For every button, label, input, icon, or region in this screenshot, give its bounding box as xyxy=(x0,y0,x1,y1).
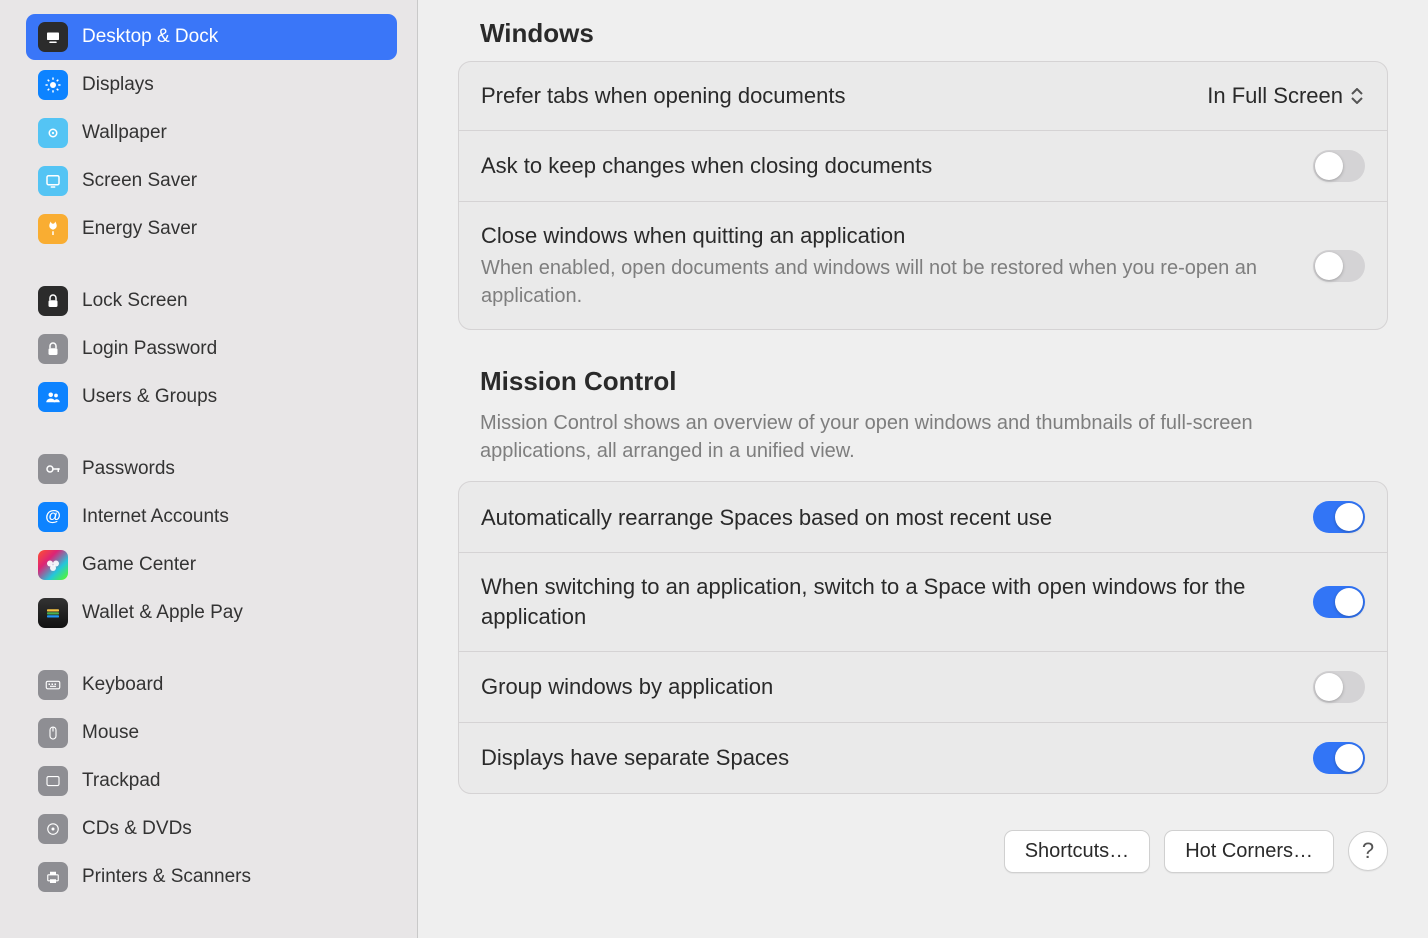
printer-icon xyxy=(38,862,68,892)
sidebar-item-wallet-apple-pay[interactable]: Wallet & Apple Pay xyxy=(26,590,397,636)
screen-saver-icon xyxy=(38,166,68,196)
sidebar-item-login-password[interactable]: Login Password xyxy=(26,326,397,372)
sidebar-item-desktop-dock[interactable]: Desktop & Dock xyxy=(26,14,397,60)
login-password-icon xyxy=(38,334,68,364)
row-label: Automatically rearrange Spaces based on … xyxy=(481,503,1293,533)
sidebar-item-energy-saver[interactable]: Energy Saver xyxy=(26,206,397,252)
row-label: When switching to an application, switch… xyxy=(481,572,1293,631)
group-windows-switch[interactable] xyxy=(1313,671,1365,703)
settings-group-mission-control: Automatically rearrange Spaces based on … xyxy=(458,481,1388,793)
section-desc-mission-control: Mission Control shows an overview of you… xyxy=(480,409,1300,465)
shortcuts-button[interactable]: Shortcuts… xyxy=(1004,830,1150,873)
help-button[interactable]: ? xyxy=(1348,831,1388,871)
hot-corners-button[interactable]: Hot Corners… xyxy=(1164,830,1334,873)
sidebar-item-label: Passwords xyxy=(82,458,175,480)
keyboard-icon xyxy=(38,670,68,700)
sidebar-item-label: Game Center xyxy=(82,554,196,576)
settings-group-windows: Prefer tabs when opening documents In Fu… xyxy=(458,61,1388,330)
disc-icon xyxy=(38,814,68,844)
row-switch-to-space: When switching to an application, switch… xyxy=(459,553,1387,651)
sidebar-item-lock-screen[interactable]: Lock Screen xyxy=(26,278,397,324)
sidebar-item-users-groups[interactable]: Users & Groups xyxy=(26,374,397,420)
row-label: Prefer tabs when opening documents xyxy=(481,81,1187,111)
row-label: Group windows by application xyxy=(481,672,1293,702)
row-close-when-quitting: Close windows when quitting an applicati… xyxy=(459,202,1387,330)
sidebar-item-label: Energy Saver xyxy=(82,218,197,240)
sidebar-item-trackpad[interactable]: Trackpad xyxy=(26,758,397,804)
sidebar-item-label: Login Password xyxy=(82,338,217,360)
sidebar-item-label: Wallet & Apple Pay xyxy=(82,602,243,624)
footer-buttons: Shortcuts… Hot Corners… ? xyxy=(458,830,1388,873)
sidebar-item-wallpaper[interactable]: Wallpaper xyxy=(26,110,397,156)
desktop-dock-icon xyxy=(38,22,68,52)
sidebar-item-keyboard[interactable]: Keyboard xyxy=(26,662,397,708)
row-ask-keep-changes: Ask to keep changes when closing documen… xyxy=(459,131,1387,202)
row-label: Displays have separate Spaces xyxy=(481,743,1293,773)
sidebar-item-label: Desktop & Dock xyxy=(82,26,218,48)
sidebar-item-internet-accounts[interactable]: @ Internet Accounts xyxy=(26,494,397,540)
close-when-quitting-switch[interactable] xyxy=(1313,250,1365,282)
sidebar-item-printers-scanners[interactable]: Printers & Scanners xyxy=(26,854,397,900)
row-rearrange-spaces: Automatically rearrange Spaces based on … xyxy=(459,482,1387,553)
energy-saver-icon xyxy=(38,214,68,244)
chevron-up-down-icon xyxy=(1351,88,1365,104)
users-groups-icon xyxy=(38,382,68,412)
sidebar-item-label: CDs & DVDs xyxy=(82,818,192,840)
passwords-icon xyxy=(38,454,68,484)
ask-keep-changes-switch[interactable] xyxy=(1313,150,1365,182)
sidebar-item-label: Internet Accounts xyxy=(82,506,229,528)
trackpad-icon xyxy=(38,766,68,796)
sidebar-item-game-center[interactable]: Game Center xyxy=(26,542,397,588)
sidebar-item-label: Mouse xyxy=(82,722,139,744)
row-label: Close windows when quitting an applicati… xyxy=(481,221,1293,251)
sidebar: Desktop & Dock Displays Wallpaper Screen… xyxy=(0,0,418,938)
row-separate-spaces: Displays have separate Spaces xyxy=(459,723,1387,793)
lock-screen-icon xyxy=(38,286,68,316)
sidebar-item-cds-dvds[interactable]: CDs & DVDs xyxy=(26,806,397,852)
separate-spaces-switch[interactable] xyxy=(1313,742,1365,774)
section-title-windows: Windows xyxy=(480,18,1388,49)
sidebar-item-mouse[interactable]: Mouse xyxy=(26,710,397,756)
sidebar-item-label: Screen Saver xyxy=(82,170,197,192)
sidebar-item-displays[interactable]: Displays xyxy=(26,62,397,108)
sidebar-item-label: Wallpaper xyxy=(82,122,167,144)
row-desc: When enabled, open documents and windows… xyxy=(481,254,1293,310)
displays-icon xyxy=(38,70,68,100)
internet-accounts-icon: @ xyxy=(38,502,68,532)
sidebar-item-label: Keyboard xyxy=(82,674,163,696)
sidebar-item-screen-saver[interactable]: Screen Saver xyxy=(26,158,397,204)
sidebar-item-label: Displays xyxy=(82,74,154,96)
game-center-icon xyxy=(38,550,68,580)
main-content: Windows Prefer tabs when opening documen… xyxy=(418,0,1428,938)
sidebar-item-label: Lock Screen xyxy=(82,290,188,312)
popup-value: In Full Screen xyxy=(1207,83,1343,109)
row-prefer-tabs: Prefer tabs when opening documents In Fu… xyxy=(459,62,1387,131)
mouse-icon xyxy=(38,718,68,748)
sidebar-item-passwords[interactable]: Passwords xyxy=(26,446,397,492)
sidebar-item-label: Trackpad xyxy=(82,770,161,792)
row-label: Ask to keep changes when closing documen… xyxy=(481,151,1293,181)
rearrange-spaces-switch[interactable] xyxy=(1313,501,1365,533)
switch-to-space-switch[interactable] xyxy=(1313,586,1365,618)
section-title-mission-control: Mission Control xyxy=(480,366,1388,397)
wallpaper-icon xyxy=(38,118,68,148)
sidebar-item-label: Users & Groups xyxy=(82,386,217,408)
sidebar-item-label: Printers & Scanners xyxy=(82,866,251,888)
row-group-windows: Group windows by application xyxy=(459,652,1387,723)
wallet-icon xyxy=(38,598,68,628)
prefer-tabs-popup[interactable]: In Full Screen xyxy=(1207,83,1365,109)
